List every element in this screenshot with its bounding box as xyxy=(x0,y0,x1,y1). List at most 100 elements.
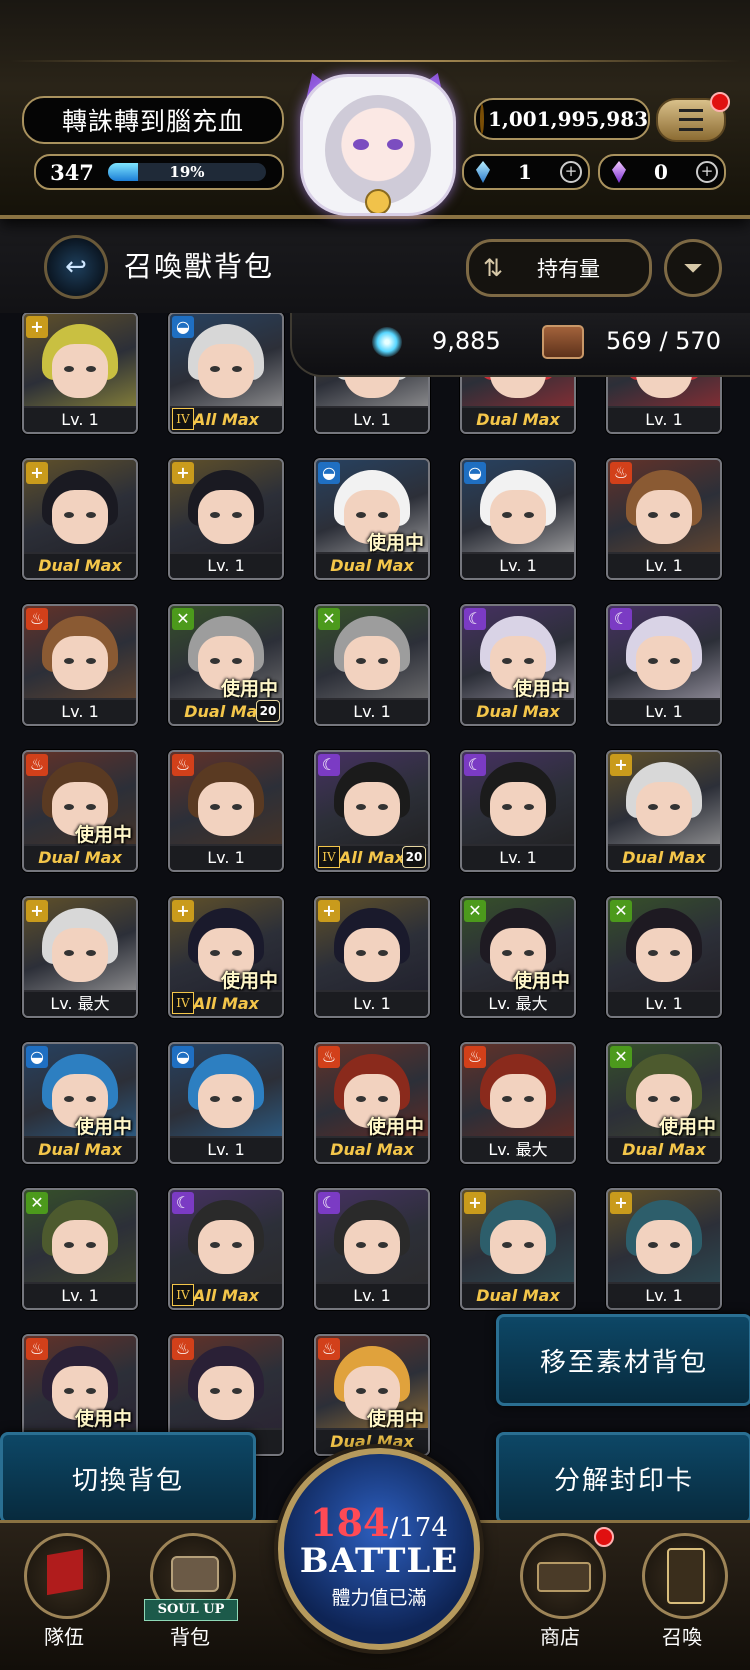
card-portrait-face xyxy=(344,636,400,690)
gold-amount: 1,001,995,983 xyxy=(488,107,649,131)
summon-card[interactable]: ☾ All Max IV 20 xyxy=(314,750,430,872)
summon-card[interactable]: ◒ Lv. 1 xyxy=(460,458,576,580)
card-portrait-eye xyxy=(670,1242,680,1248)
summon-card[interactable]: + Lv. 1 xyxy=(168,458,284,580)
card-portrait-eye xyxy=(232,658,242,664)
card-level-label: Lv. 1 xyxy=(24,408,136,432)
card-portrait-face xyxy=(636,782,692,836)
in-use-label: 使用中 xyxy=(366,1408,424,1430)
card-portrait-eye xyxy=(210,658,220,664)
summon-card[interactable]: ☾ 使用中 Dual Max xyxy=(460,604,576,726)
card-level-label: Lv. 最大 xyxy=(462,1138,574,1162)
sort-icon: ⇅ xyxy=(483,254,504,282)
stamina-max: /174 xyxy=(389,1513,448,1543)
card-portrait-eye xyxy=(378,1242,388,1248)
in-use-label: 使用中 xyxy=(74,1116,132,1138)
summon-card[interactable]: + Dual Max xyxy=(22,458,138,580)
summon-card[interactable]: ☾ Lv. 1 xyxy=(460,750,576,872)
in-use-label: 使用中 xyxy=(366,532,424,554)
stamina-full-label: 體力值已滿 xyxy=(331,1587,427,1609)
avatar[interactable] xyxy=(300,74,456,216)
card-level-label: Dual Max xyxy=(316,1138,428,1162)
decompose-card-button[interactable]: 分解封印卡 xyxy=(496,1432,750,1524)
summon-card[interactable]: + Lv. 1 xyxy=(314,896,430,1018)
summon-card[interactable]: ✕ Lv. 1 xyxy=(22,1188,138,1310)
summon-card[interactable]: ✕ Lv. 1 xyxy=(314,604,430,726)
card-portrait-face xyxy=(490,1220,546,1274)
battle-button[interactable]: 184/174 BATTLE 體力值已滿 xyxy=(278,1448,480,1650)
summon-card[interactable]: + Lv. 1 xyxy=(22,312,138,434)
move-to-material-bag-button[interactable]: 移至素材背包 xyxy=(496,1314,750,1406)
avatar-eye-right xyxy=(387,139,403,150)
card-portrait-eye xyxy=(86,804,96,810)
summon-card[interactable]: ◒ 使用中 Dual Max xyxy=(314,458,430,580)
team-flag-icon xyxy=(24,1533,110,1619)
summon-card[interactable]: ✕ 使用中 Dual Max 20 xyxy=(168,604,284,726)
sort-button[interactable]: ⇅ 持有量 xyxy=(466,239,652,297)
summon-card[interactable]: + Lv. 最大 xyxy=(22,896,138,1018)
summon-card[interactable]: ♨ Lv. 最大 xyxy=(460,1042,576,1164)
summon-card[interactable]: + Lv. 1 xyxy=(606,1188,722,1310)
summon-card[interactable]: ♨ 使用中 Dual Max xyxy=(314,1042,430,1164)
summon-card[interactable]: ☾ All Max IV xyxy=(168,1188,284,1310)
filter-button[interactable]: ⏷ xyxy=(664,239,722,297)
card-level-label: Lv. 1 xyxy=(608,700,720,724)
card-portrait-face xyxy=(198,490,254,544)
card-portrait-eye xyxy=(64,512,74,518)
add-purple-crystal-icon[interactable]: + xyxy=(696,161,718,183)
light-attribute-icon: + xyxy=(26,462,48,484)
back-button[interactable]: ↩ xyxy=(44,235,108,299)
summon-card[interactable]: ☾ Lv. 1 xyxy=(606,604,722,726)
sort-label: 持有量 xyxy=(537,257,600,281)
summon-card[interactable]: ◒ 使用中 Dual Max xyxy=(22,1042,138,1164)
switch-bag-button[interactable]: 切換背包 xyxy=(0,1432,256,1524)
wood-attribute-icon: ✕ xyxy=(464,900,486,922)
summon-card[interactable]: ✕ 使用中 Lv. 最大 xyxy=(460,896,576,1018)
exp-percent: 19% xyxy=(169,163,205,181)
decompose-card-label: 分解封印卡 xyxy=(553,1465,694,1496)
card-portrait-face xyxy=(52,928,108,982)
menu-notification-dot xyxy=(710,92,730,112)
skill-level-badge: 20 xyxy=(402,846,426,868)
card-portrait-eye xyxy=(64,366,74,372)
fire-attribute-icon: ♨ xyxy=(610,462,632,484)
card-portrait-eye xyxy=(356,1388,366,1394)
wood-attribute-icon: ✕ xyxy=(172,608,194,630)
summon-card[interactable]: + Dual Max xyxy=(460,1188,576,1310)
card-portrait-face xyxy=(52,344,108,398)
nav-summon[interactable]: 召喚 xyxy=(632,1529,732,1659)
nav-bag[interactable]: SOUL UP 背包 xyxy=(140,1529,240,1659)
add-blue-crystal-icon[interactable]: + xyxy=(560,161,582,183)
summon-card[interactable]: ♨ Lv. 1 xyxy=(22,604,138,726)
card-level-label: Lv. 1 xyxy=(608,408,720,432)
summon-card[interactable]: ♨ 使用中 Dual Max xyxy=(314,1334,430,1456)
shop-notification-dot xyxy=(594,1527,614,1547)
summon-card[interactable]: + Dual Max xyxy=(606,750,722,872)
soul-icon xyxy=(372,327,402,357)
summon-card[interactable]: ✕ 使用中 Dual Max xyxy=(606,1042,722,1164)
card-portrait-face xyxy=(52,490,108,544)
summon-card[interactable]: ◒ Lv. 1 xyxy=(168,1042,284,1164)
card-portrait-eye xyxy=(210,950,220,956)
purple-crystal-display[interactable]: 0 + xyxy=(598,154,726,190)
player-name-plate[interactable]: 轉誅轉到腦充血 xyxy=(22,96,284,144)
nav-shop[interactable]: 商店 xyxy=(510,1527,614,1659)
card-grid[interactable]: + Lv. 1 ◒All MaxIV + Lv. 1 ♨ Dual Max ♨ Lv. 1 + Du… xyxy=(22,312,732,1478)
nav-team[interactable]: 隊伍 xyxy=(14,1529,114,1659)
summon-card[interactable]: ♨ Lv. 1 xyxy=(606,458,722,580)
card-portrait-face xyxy=(52,636,108,690)
summon-card[interactable]: ◒ All Max IV xyxy=(168,312,284,434)
card-portrait-eye xyxy=(524,804,534,810)
summon-card[interactable]: + 使用中 All Max IV xyxy=(168,896,284,1018)
summon-card[interactable]: ♨ 使用中 Dual Max xyxy=(22,750,138,872)
summon-card[interactable]: ☾ Lv. 1 xyxy=(314,1188,430,1310)
card-portrait-eye xyxy=(86,1242,96,1248)
card-portrait-face xyxy=(636,1220,692,1274)
card-portrait-face xyxy=(344,1220,400,1274)
blue-crystal-display[interactable]: 1 + xyxy=(462,154,590,190)
card-portrait-eye xyxy=(356,804,366,810)
card-portrait-eye xyxy=(502,950,512,956)
summon-card[interactable]: ✕ Lv. 1 xyxy=(606,896,722,1018)
soul-up-badge: SOUL UP xyxy=(144,1599,238,1621)
summon-card[interactable]: ♨ Lv. 1 xyxy=(168,750,284,872)
